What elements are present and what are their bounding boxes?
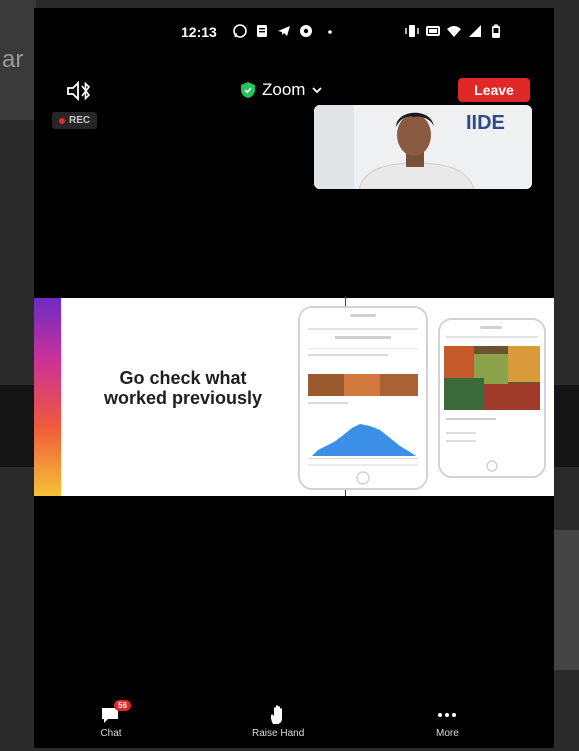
participant-video: IIDE [314, 105, 532, 189]
iide-logo-text: IIDE [466, 112, 505, 134]
background-band [553, 385, 579, 467]
background-band [0, 385, 36, 467]
notification-icons [232, 23, 336, 39]
screen-share-view: Go check what worked previously [34, 296, 554, 496]
meeting-title: Zoom [262, 80, 306, 99]
background-panel [553, 530, 579, 670]
slide-heading: Go check what worked previously [103, 368, 263, 408]
record-dot-icon [59, 117, 65, 124]
chevron-down-icon [312, 87, 323, 94]
whatsapp-icon [233, 24, 247, 38]
leave-button[interactable]: Leave [458, 78, 530, 102]
volte-icon [426, 26, 440, 36]
status-bar: 12:13 [34, 22, 554, 42]
raise-hand-button[interactable]: Raise Hand [252, 704, 304, 739]
chat-label: Chat [100, 728, 122, 739]
phone-mockup-post [438, 318, 546, 478]
signal-icon [469, 25, 481, 37]
more-label: More [436, 728, 459, 739]
meeting-toolbar: 56 Chat Raise Hand More [34, 700, 554, 748]
message-icon [257, 25, 267, 37]
background-text-fragment: ar [2, 46, 24, 73]
insights-screen-image [300, 308, 426, 488]
shield-icon [241, 82, 255, 98]
more-icon [438, 713, 457, 717]
post-screen-image [440, 320, 544, 476]
telegram-icon [278, 26, 290, 36]
settings-icon [300, 25, 312, 37]
raise-hand-label: Raise Hand [252, 728, 305, 739]
meeting-title-dropdown[interactable]: Zoom [240, 80, 323, 100]
more-button[interactable]: More [436, 704, 459, 739]
recording-label: REC [69, 115, 91, 126]
phone-mockup-insights [298, 306, 428, 490]
chat-button[interactable]: 56 Chat [100, 700, 131, 739]
slide-accent-strip [34, 298, 61, 496]
self-video-thumbnail[interactable]: IIDE [314, 105, 532, 189]
recording-indicator: REC [52, 112, 98, 129]
battery-icon [492, 24, 500, 38]
speaker-bluetooth-icon[interactable] [66, 80, 92, 102]
vibrate-icon [405, 25, 419, 37]
status-time: 12:13 [181, 24, 217, 40]
wifi-icon [447, 26, 461, 37]
chat-unread-badge: 56 [114, 700, 131, 711]
hand-icon [271, 705, 283, 724]
chat-icon: 56 [100, 700, 131, 726]
dot-icon [328, 30, 332, 34]
system-icons [404, 23, 504, 39]
zoom-meeting-screen: 12:13 Zoom Leave REC IIDE Go check what … [34, 8, 554, 748]
